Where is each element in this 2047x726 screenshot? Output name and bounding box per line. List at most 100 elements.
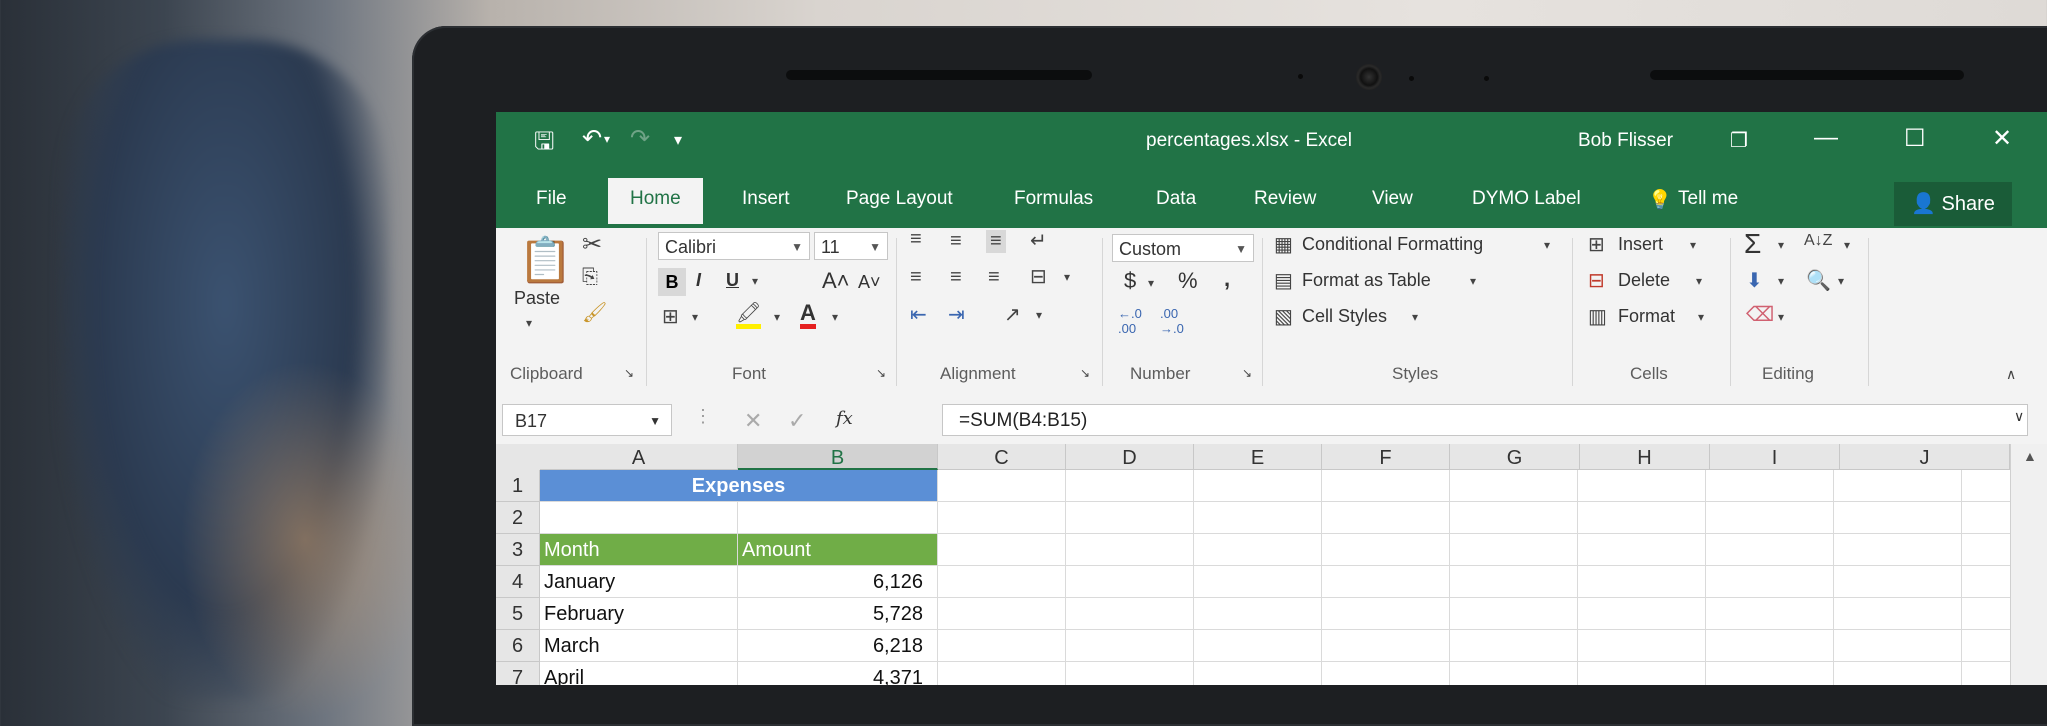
tab-review[interactable]: Review: [1254, 188, 1316, 210]
align-bottom-icon[interactable]: ≡: [986, 230, 1006, 253]
align-left-icon[interactable]: ≡: [910, 266, 922, 289]
enter-icon[interactable]: ✓: [788, 408, 806, 434]
ribbon-display-options-icon[interactable]: ❐: [1730, 128, 1748, 153]
chevron-down-icon[interactable]: ▾: [1544, 238, 1550, 252]
paste-dropdown-icon[interactable]: ▾: [526, 316, 532, 330]
chevron-down-icon[interactable]: ▾: [1690, 238, 1696, 252]
column-header[interactable]: A: [540, 444, 738, 470]
save-icon[interactable]: 🖫: [534, 124, 554, 165]
row-header[interactable]: 1: [496, 470, 540, 502]
minimize-button[interactable]: —: [1814, 124, 1838, 152]
column-header[interactable]: B: [738, 444, 938, 470]
dialog-launcher-icon[interactable]: ↘: [624, 366, 634, 380]
number-format-combo[interactable]: Custom ▼: [1112, 234, 1254, 262]
dialog-launcher-icon[interactable]: ↘: [1242, 366, 1252, 380]
align-top-icon[interactable]: ≡: [910, 228, 922, 251]
decrease-indent-icon[interactable]: ⇤: [910, 302, 927, 327]
fill-dropdown-icon[interactable]: ▾: [1778, 274, 1784, 288]
formula-input[interactable]: =SUM(B4:B15): [942, 404, 2028, 436]
increase-decimal-button[interactable]: ←.0.00: [1118, 306, 1142, 336]
chevron-down-icon[interactable]: ▾: [1412, 310, 1418, 324]
italic-button[interactable]: I: [696, 270, 701, 291]
cancel-icon[interactable]: ✕: [744, 408, 762, 434]
underline-button[interactable]: U: [726, 270, 739, 291]
format-painter-icon[interactable]: 🖌: [582, 300, 607, 325]
tab-insert[interactable]: Insert: [742, 188, 790, 210]
cell-month[interactable]: April: [540, 662, 738, 685]
dialog-launcher-icon[interactable]: ↘: [876, 366, 886, 380]
fill-icon[interactable]: ⬇: [1746, 268, 1763, 293]
tab-home[interactable]: Home: [608, 178, 703, 224]
empty-cells-area[interactable]: [938, 470, 2010, 685]
cell-month[interactable]: January: [540, 566, 738, 598]
autosum-icon[interactable]: Σ: [1744, 228, 1761, 260]
autosum-dropdown-icon[interactable]: ▾: [1778, 238, 1784, 252]
undo-icon[interactable]: ↶: [582, 124, 602, 153]
clear-dropdown-icon[interactable]: ▾: [1778, 310, 1784, 324]
maximize-button[interactable]: ☐: [1904, 124, 1926, 153]
cell-styles-button[interactable]: Cell Styles: [1302, 306, 1387, 327]
cell[interactable]: [738, 502, 938, 534]
cell-month[interactable]: February: [540, 598, 738, 630]
increase-font-size-button[interactable]: A˄: [822, 268, 850, 294]
worksheet-grid[interactable]: A B C D E F G H I J 1 Expenses 2 3 Month…: [496, 444, 2047, 685]
format-cells-button[interactable]: Format: [1618, 306, 1675, 327]
column-header[interactable]: F: [1322, 444, 1450, 470]
clear-icon[interactable]: ⌫: [1746, 302, 1774, 327]
align-center-icon[interactable]: ≡: [950, 266, 962, 289]
select-all-corner[interactable]: [496, 444, 541, 471]
column-header[interactable]: E: [1194, 444, 1322, 470]
find-select-dropdown-icon[interactable]: ▾: [1838, 274, 1844, 288]
font-color-icon[interactable]: A: [800, 302, 816, 329]
percent-button[interactable]: %: [1178, 268, 1198, 294]
align-middle-icon[interactable]: ≡: [950, 230, 962, 253]
customize-toolbar-icon[interactable]: ▾: [674, 130, 682, 150]
clipboard-icon[interactable]: 📋: [518, 234, 573, 286]
cell[interactable]: [540, 502, 738, 534]
column-header[interactable]: H: [1580, 444, 1710, 470]
chevron-down-icon[interactable]: ▾: [1696, 274, 1702, 288]
row-header[interactable]: 6: [496, 630, 540, 662]
column-header[interactable]: J: [1840, 444, 2010, 470]
decrease-decimal-button[interactable]: .00 →.0: [1160, 306, 1184, 336]
expand-formula-bar-icon[interactable]: ∨: [2014, 408, 2024, 425]
row-header[interactable]: 4: [496, 566, 540, 598]
cell-amount-header[interactable]: Amount: [738, 534, 938, 566]
align-right-icon[interactable]: ≡: [988, 266, 1000, 289]
cut-icon[interactable]: ✂: [582, 230, 602, 259]
underline-dropdown-icon[interactable]: ▾: [752, 274, 758, 288]
tab-formulas[interactable]: Formulas: [1014, 188, 1093, 210]
sort-filter-dropdown-icon[interactable]: ▾: [1844, 238, 1850, 252]
copy-icon[interactable]: ⎘: [582, 266, 598, 289]
tab-dymo-label[interactable]: DYMO Label: [1472, 188, 1581, 210]
borders-icon[interactable]: ⊞: [662, 304, 679, 329]
dialog-launcher-icon[interactable]: ↘: [1080, 366, 1090, 380]
wrap-text-icon[interactable]: ↵: [1030, 228, 1047, 253]
sort-filter-icon[interactable]: A↓Z: [1804, 232, 1832, 250]
paste-button[interactable]: Paste: [514, 288, 560, 309]
cell-amount[interactable]: 4,371: [738, 662, 938, 685]
conditional-formatting-button[interactable]: Conditional Formatting: [1302, 234, 1483, 255]
font-size-combo[interactable]: 11 ▼: [814, 232, 888, 260]
fill-color-icon[interactable]: 🖍: [736, 302, 762, 329]
fill-color-dropdown-icon[interactable]: ▾: [774, 310, 780, 324]
insert-cells-button[interactable]: Insert: [1618, 234, 1663, 255]
column-header[interactable]: I: [1710, 444, 1840, 470]
column-header[interactable]: C: [938, 444, 1066, 470]
chevron-down-icon[interactable]: ▾: [1470, 274, 1476, 288]
font-name-combo[interactable]: Calibri ▼: [658, 232, 810, 260]
name-box[interactable]: B17 ▼: [502, 404, 672, 436]
delete-cells-button[interactable]: Delete: [1618, 270, 1670, 291]
currency-button[interactable]: $: [1124, 268, 1136, 294]
cell-month-header[interactable]: Month: [540, 534, 738, 566]
orientation-icon[interactable]: ↗: [1004, 302, 1021, 327]
tab-page-layout[interactable]: Page Layout: [846, 188, 953, 210]
cell-amount[interactable]: 6,126: [738, 566, 938, 598]
row-header[interactable]: 2: [496, 502, 540, 534]
chevron-down-icon[interactable]: ▾: [1698, 310, 1704, 324]
redo-icon[interactable]: ↷: [630, 124, 650, 153]
cell-amount[interactable]: 5,728: [738, 598, 938, 630]
user-name[interactable]: Bob Flisser: [1578, 130, 1673, 152]
column-header[interactable]: G: [1450, 444, 1580, 470]
vertical-scrollbar[interactable]: ▲: [2010, 444, 2047, 685]
